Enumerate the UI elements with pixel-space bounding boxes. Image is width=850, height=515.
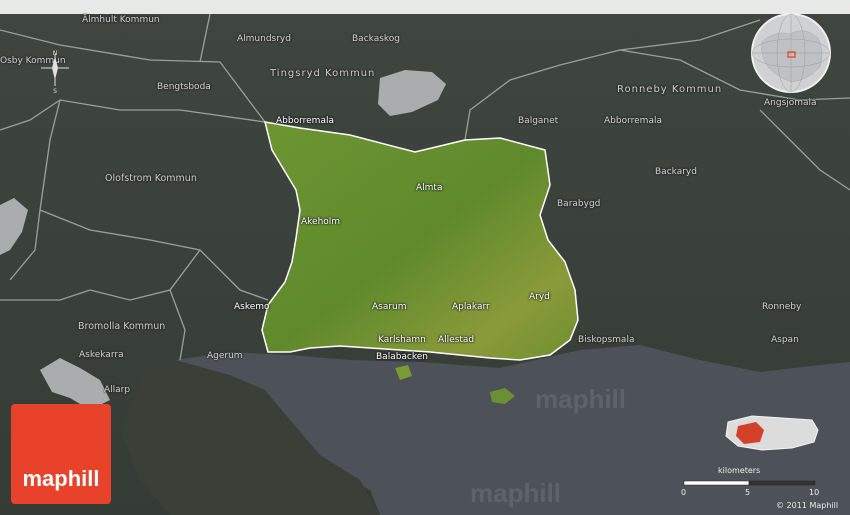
label-balganet: Balganet [518,116,559,126]
compass-north-label: N [53,50,58,57]
label-barabygd: Barabygd [557,199,601,209]
label-balabacken: Balabacken [376,352,429,362]
label-askekarra: Askekarra [79,350,124,360]
scale-tick-5: 5 [745,488,751,497]
scale-tick-0: 0 [681,488,687,497]
label-akeholm: Akeholm [301,217,341,227]
label-backaryd: Backaryd [655,167,697,177]
label-biskopsmala: Biskopsmala [578,335,635,345]
label-tingsryd-kommun: Tingsryd Kommun [270,68,376,79]
label-backaskog: Backaskog [352,34,401,44]
label-aplakarr: Aplakarr [452,302,490,312]
watermark-bottom: maphill [470,478,562,508]
copyright-text: © 2011 Maphill [776,501,839,510]
globe-locator-icon [751,13,831,93]
label-karlshamn: Karlshamn [378,335,426,345]
label-almta: Almta [416,183,443,193]
highlight-karlshamn-municipality[interactable] [261,121,579,361]
label-aryd: Aryd [529,292,550,302]
region-inset-map [725,415,819,451]
watermark-center: maphill [535,384,627,414]
label-allestad: Allestad [438,335,475,345]
label-aspan: Aspan [771,335,799,345]
scale-bar-graphic [683,480,816,486]
map-canvas[interactable]: Älmhult Kommun Osby Kommun Almundsryd Ba… [0,0,850,515]
label-ronneby: Ronneby [762,302,802,312]
label-ronneby-kommun: Ronneby Kommun [617,84,723,95]
label-almundsryd: Almundsryd [237,34,291,44]
compass-south-label: S [53,88,57,94]
maphill-logo[interactable]: maphill [11,404,111,504]
label-almhult-kommun: Älmhult Kommun [82,15,160,25]
label-olofstrom-kommun: Olofstrom Kommun [105,173,197,184]
label-bengtsboda: Bengtsboda [157,82,211,92]
maphill-logo-text: maphill [22,466,100,491]
scale-tick-10: 10 [809,488,820,497]
scale-title: kilometers [718,466,761,475]
scale-bar: kilometers 0 5 10 [680,466,822,506]
label-agerum: Agerum [207,351,243,361]
label-allarp: Allarp [104,385,131,395]
label-asarum: Asarum [372,302,407,312]
label-askemo: Askemo [234,302,270,312]
compass-icon: N S [41,50,69,94]
label-abborremala-east: Abborremala [604,116,662,126]
label-bromolla-kommun: Bromolla Kommun [78,321,166,332]
label-abborremala-west: Abborremala [276,116,334,126]
label-angsjomala: Angsjomala [764,98,817,108]
